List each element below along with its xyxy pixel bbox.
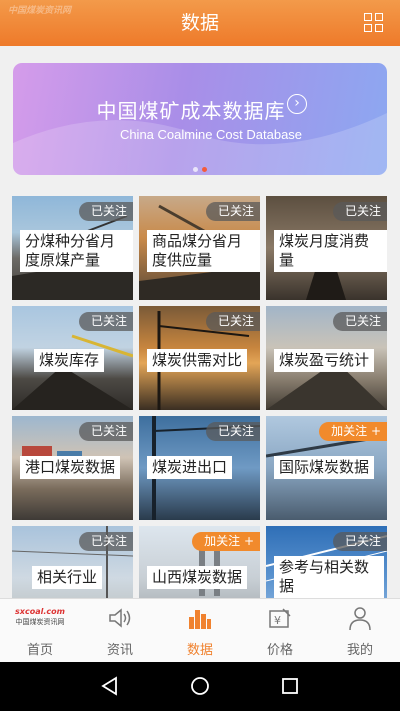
carousel-dot[interactable] <box>193 167 198 172</box>
banner-title: 中国煤矿成本数据库 <box>96 99 286 123</box>
price-tag-icon: ¥ <box>269 608 291 628</box>
page-title: 数据 <box>180 12 219 34</box>
app-header: 中国煤炭资讯网 数据 <box>0 0 400 46</box>
person-icon <box>349 607 371 631</box>
logo-text: sxcoal.com <box>15 607 65 616</box>
tile-label: 港口煤炭数据 <box>20 456 121 479</box>
tile-raw-coal-output[interactable]: 已关注 分煤种分省月度原煤产量 <box>12 196 133 300</box>
logo-subtext: 中国煤炭资讯网 <box>15 618 65 626</box>
tile-monthly-consumption[interactable]: 已关注 煤炭月度消费量 <box>266 196 387 300</box>
tile-label: 山西煤炭数据 <box>147 566 248 589</box>
tile-label: 煤炭盈亏统计 <box>274 349 375 372</box>
tile-port-coal[interactable]: 已关注 港口煤炭数据 <box>12 416 133 520</box>
carousel-dots <box>13 157 387 175</box>
tile-supply-demand[interactable]: 已关注 煤炭供需对比 <box>139 306 260 410</box>
follow-badge[interactable]: 已关注 <box>78 532 133 551</box>
tile-label: 相关行业 <box>32 566 103 589</box>
tab-label: 首页 <box>26 643 53 658</box>
tab-news[interactable]: 资讯 <box>80 599 160 663</box>
follow-badge[interactable]: 已关注 <box>205 312 260 331</box>
system-nav-bar <box>0 662 400 711</box>
add-follow-badge[interactable]: 加关注 + <box>319 422 387 441</box>
follow-badge[interactable]: 已关注 <box>332 202 387 221</box>
recents-square-icon[interactable] <box>278 674 302 698</box>
tab-label: 价格 <box>266 643 293 658</box>
follow-badge[interactable]: 已关注 <box>78 422 133 441</box>
follow-badge[interactable]: 已关注 <box>205 202 260 221</box>
tile-label: 商品煤分省月度供应量 <box>147 230 260 272</box>
grid-menu-icon[interactable] <box>364 13 384 33</box>
tile-coal-inventory[interactable]: 已关注 煤炭库存 <box>12 306 133 410</box>
tile-label: 参考与相关数据 <box>274 556 384 598</box>
tile-related-industry[interactable]: 已关注 相关行业 <box>12 526 133 598</box>
tab-label: 数据 <box>186 643 213 658</box>
tab-label: 资讯 <box>106 643 133 658</box>
tile-label: 煤炭月度消费量 <box>274 230 387 272</box>
tab-data[interactable]: 数据 <box>160 599 240 663</box>
bottom-tab-bar: sxcoal.com 中国煤炭资讯网 首页 资讯 数据 ¥ 价格 我的 <box>0 598 400 662</box>
svg-text:¥: ¥ <box>274 614 281 627</box>
tile-commercial-coal-supply[interactable]: 已关注 商品煤分省月度供应量 <box>139 196 260 300</box>
tab-label: 我的 <box>346 643 373 658</box>
follow-badge[interactable]: 已关注 <box>78 312 133 331</box>
banner-subtitle: China Coalmine Cost Database <box>119 127 303 142</box>
follow-badge[interactable]: 已关注 <box>332 312 387 331</box>
tile-profit-loss[interactable]: 已关注 煤炭盈亏统计 <box>266 306 387 410</box>
speaker-icon <box>109 608 131 628</box>
data-category-grid: 已关注 分煤种分省月度原煤产量 已关注 商品煤分省月度供应量 已关注 煤炭月度消… <box>12 196 388 598</box>
tile-label: 煤炭供需对比 <box>147 349 248 372</box>
tile-reference-data[interactable]: 已关注 参考与相关数据 <box>266 526 387 598</box>
tile-label: 煤炭进出口 <box>147 456 233 479</box>
add-follow-badge[interactable]: 加关注 + <box>192 532 260 551</box>
tile-label: 煤炭库存 <box>34 349 105 372</box>
home-logo-icon: sxcoal.com 中国煤炭资讯网 <box>12 607 68 633</box>
tab-price[interactable]: ¥ 价格 <box>240 599 320 663</box>
home-circle-icon[interactable] <box>188 674 212 698</box>
tile-label: 分煤种分省月度原煤产量 <box>20 230 133 272</box>
follow-badge[interactable]: 已关注 <box>205 422 260 441</box>
tile-label: 国际煤炭数据 <box>274 456 375 479</box>
tile-import-export[interactable]: 已关注 煤炭进出口 <box>139 416 260 520</box>
bar-chart-icon <box>189 610 211 629</box>
back-triangle-icon[interactable] <box>98 674 122 698</box>
carousel-dot-active[interactable] <box>202 167 207 172</box>
tile-shanxi-coal[interactable]: 加关注 + 山西煤炭数据 <box>139 526 260 598</box>
follow-badge[interactable]: 已关注 <box>332 532 387 551</box>
database-banner[interactable]: 中国煤矿成本数据库 › China Coalmine Cost Database <box>13 63 387 175</box>
chevron-right-icon[interactable]: › <box>287 94 307 114</box>
tab-mine[interactable]: 我的 <box>320 599 400 663</box>
tile-international-coal[interactable]: 加关注 + 国际煤炭数据 <box>266 416 387 520</box>
tab-home[interactable]: sxcoal.com 中国煤炭资讯网 首页 <box>0 599 80 663</box>
follow-badge[interactable]: 已关注 <box>78 202 133 221</box>
